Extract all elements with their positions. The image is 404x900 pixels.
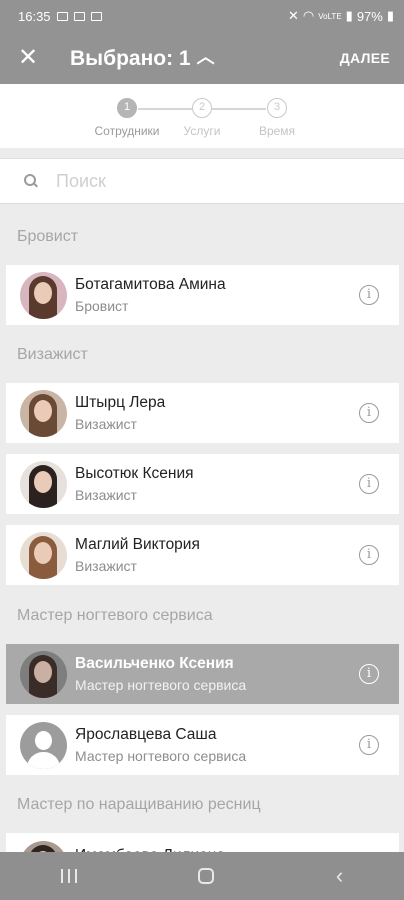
signal-icon: ▮ [345, 8, 353, 23]
search-bar [0, 158, 404, 204]
back-icon[interactable]: ‹ [336, 865, 343, 887]
step-label: Сотрудники [94, 124, 160, 138]
status-time: 16:35 [18, 8, 51, 24]
page-title[interactable]: Выбрано: 1 ︿ [70, 45, 215, 71]
employee-role: Мастер ногтевого сервиса [75, 748, 247, 764]
employee-row[interactable]: Ярославцева Саша Мастер ногтевого сервис… [6, 715, 399, 775]
step-services[interactable]: 2 Услуги [162, 98, 242, 138]
battery-text: 97% [356, 8, 383, 24]
info-icon[interactable]: i [359, 474, 379, 494]
battery-icon: ▮ [386, 8, 394, 23]
wifi-icon: ◠ [302, 8, 315, 23]
stepper: 1 Сотрудники 2 Услуги 3 Время [0, 84, 404, 148]
avatar [20, 389, 67, 437]
employee-row[interactable]: Маглий Виктория Визажист i [6, 525, 399, 585]
avatar [20, 650, 67, 698]
info-icon[interactable]: i [359, 545, 379, 565]
notification-icon [90, 11, 102, 21]
employee-row[interactable]: Высотюк Ксения Визажист i [6, 454, 399, 514]
avatar-placeholder-icon [20, 721, 67, 769]
employee-row-selected[interactable]: Васильченко Ксения Мастер ногтевого серв… [6, 644, 399, 704]
employee-role: Бровист [75, 298, 129, 314]
search-input[interactable] [56, 170, 356, 192]
page-title-text: Выбрано: 1 [70, 47, 191, 70]
employee-name: Маглий Виктория [75, 536, 200, 553]
avatar [20, 271, 67, 319]
employee-row[interactable]: Штырц Лера Визажист i [6, 383, 399, 443]
video-icon [73, 11, 85, 21]
step-label: Услуги [183, 124, 221, 138]
employee-name: Ярославцева Саша [75, 726, 217, 743]
avatar [20, 460, 67, 508]
recent-apps-icon[interactable] [60, 869, 77, 883]
top-bar: 16:35 ✕ ◠ VoLTE ▮ 97% ▮ ✕ Выбрано: 1 ︿ ДА… [0, 0, 404, 84]
home-icon[interactable] [198, 868, 215, 884]
step-number: 3 [267, 98, 287, 118]
chevron-up-icon: ︿ [196, 47, 215, 67]
status-bar: 16:35 ✕ ◠ VoLTE ▮ 97% ▮ [0, 0, 404, 32]
step-number: 2 [192, 98, 212, 118]
section-title: Мастер по наращиванию ресниц [17, 796, 261, 813]
section-title: Визажист [17, 346, 88, 363]
mute-icon: ✕ [287, 8, 299, 23]
employee-role: Визажист [75, 487, 137, 503]
employee-name: Высотюк Ксения [75, 465, 194, 482]
section-title: Бровист [17, 228, 79, 245]
next-button[interactable]: ДАЛЕЕ [340, 50, 390, 66]
close-icon[interactable]: ✕ [16, 46, 40, 70]
step-time[interactable]: 3 Время [237, 98, 317, 138]
step-label: Время [258, 124, 296, 138]
employee-name: Штырц Лера [75, 394, 166, 411]
employee-row[interactable]: Ботагамитова Амина Бровист i [6, 265, 399, 325]
signal-text: VoLTE [318, 11, 342, 21]
info-icon[interactable]: i [359, 403, 379, 423]
info-icon[interactable]: i [359, 735, 379, 755]
employee-name: Ботагамитова Амина [75, 276, 226, 293]
system-nav-bar: ‹ [0, 852, 404, 900]
app-bar: ✕ Выбрано: 1 ︿ ДАЛЕЕ [0, 32, 404, 84]
info-icon[interactable]: i [359, 285, 379, 305]
employee-role: Мастер ногтевого сервиса [75, 677, 247, 693]
step-number: 1 [117, 98, 137, 118]
gallery-icon [56, 11, 68, 21]
employee-role: Визажист [75, 558, 137, 574]
search-icon [24, 174, 38, 188]
section-title: Мастер ногтевого сервиса [17, 607, 213, 624]
employee-role: Визажист [75, 416, 137, 432]
info-icon[interactable]: i [359, 664, 379, 684]
step-employees[interactable]: 1 Сотрудники [87, 98, 167, 138]
employee-name: Васильченко Ксения [75, 655, 234, 672]
avatar [20, 531, 67, 579]
